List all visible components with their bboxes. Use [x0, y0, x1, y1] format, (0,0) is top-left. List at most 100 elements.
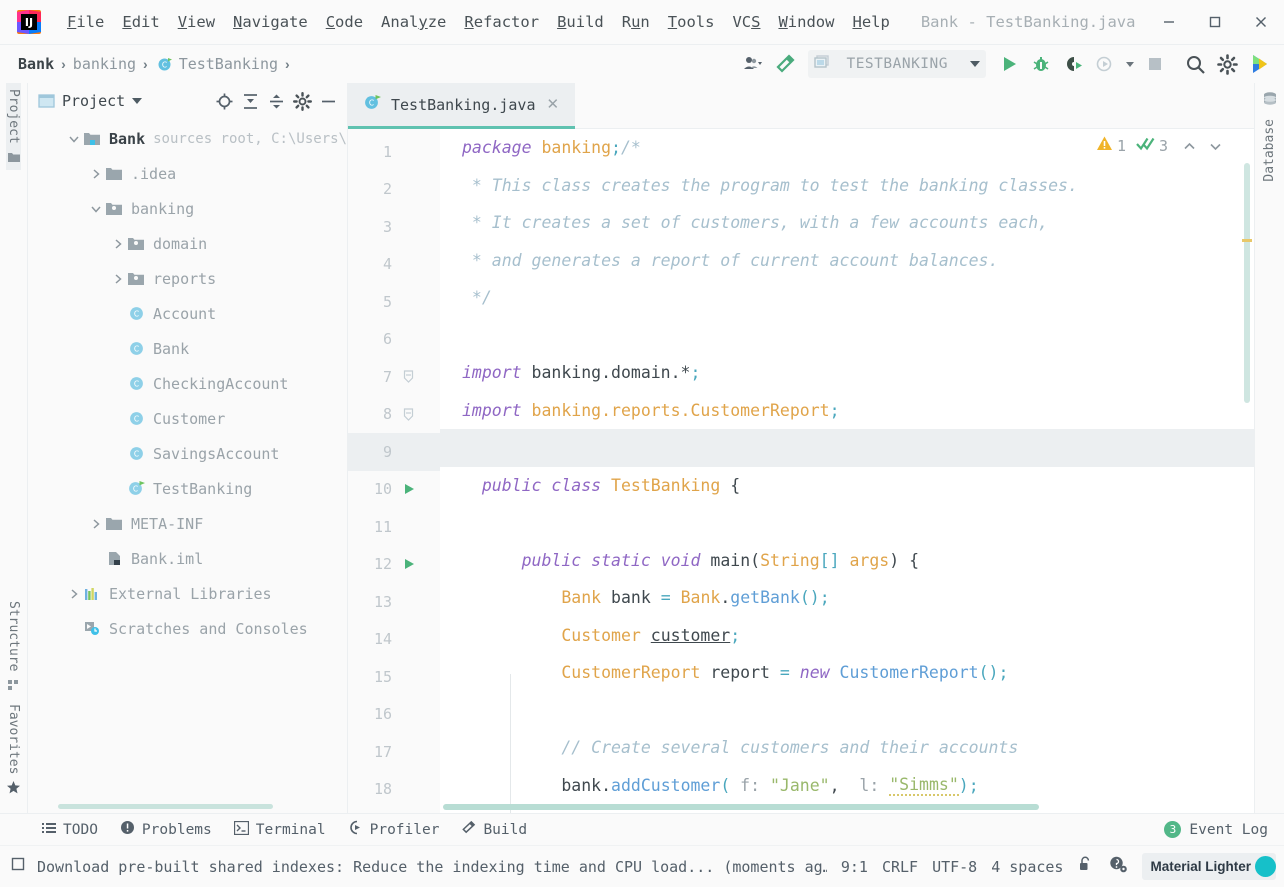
tree-row-external-libraries[interactable]: External Libraries: [28, 576, 347, 611]
code-editor[interactable]: 1 3 1 2 3 4 5 6 7 8 9 10 11 12 13 14 15 …: [348, 129, 1254, 813]
tree-row-reports[interactable]: reports: [28, 261, 347, 296]
double-check-icon[interactable]: [1136, 135, 1155, 157]
locate-icon[interactable]: [213, 90, 235, 112]
maximize-icon[interactable]: [1192, 0, 1238, 44]
minimize-icon[interactable]: [1146, 0, 1192, 44]
toolwindow-todo-label: TODO: [63, 821, 98, 838]
menu-run[interactable]: Run: [613, 10, 659, 34]
theme-switcher[interactable]: Material Lighter: [1142, 853, 1276, 880]
run-with-coverage-icon[interactable]: [1058, 49, 1088, 79]
tree-row-bank-class[interactable]: C Bank: [28, 331, 347, 366]
editor-warning-marker[interactable]: [1242, 239, 1252, 242]
tree-row-domain[interactable]: domain: [28, 226, 347, 261]
menu-window[interactable]: Window: [769, 10, 843, 34]
chevron-right-icon[interactable]: [88, 516, 104, 532]
stop-square-icon[interactable]: [1140, 49, 1170, 79]
rail-tab-project[interactable]: Project: [6, 83, 21, 170]
breadcrumb-item-1[interactable]: banking: [73, 55, 136, 73]
toolwindow-problems[interactable]: Problems: [120, 820, 212, 839]
close-icon[interactable]: ✕: [545, 95, 562, 114]
gear-icon[interactable]: [291, 90, 313, 112]
editor-horizontal-scrollbar[interactable]: [443, 804, 1039, 810]
hammer-build-icon[interactable]: [770, 49, 800, 79]
chevron-up-icon[interactable]: [1178, 135, 1200, 157]
collapse-all-icon[interactable]: [265, 90, 287, 112]
notification-icon[interactable]: [10, 856, 27, 878]
tree-row-bank-iml[interactable]: Bank.iml: [28, 541, 347, 576]
inspection-level-icon[interactable]: [1108, 855, 1128, 879]
expand-all-icon[interactable]: [239, 90, 261, 112]
gear-icon[interactable]: [1212, 49, 1242, 79]
tree-row-testbanking[interactable]: C TestBanking: [28, 471, 347, 506]
breadcrumb-item-2[interactable]: TestBanking: [179, 55, 278, 73]
run-configuration-selector[interactable]: TESTBANKING: [808, 50, 986, 78]
menu-code[interactable]: Code: [317, 10, 372, 34]
user-profile-icon[interactable]: [738, 49, 768, 79]
caret-position[interactable]: 9:1: [841, 858, 868, 876]
run-play-icon[interactable]: [994, 49, 1024, 79]
menu-help[interactable]: Help: [843, 10, 898, 34]
debug-bug-icon[interactable]: [1026, 49, 1056, 79]
file-encoding[interactable]: UTF-8: [932, 858, 977, 876]
indent-setting[interactable]: 4 spaces: [991, 858, 1063, 876]
rail-tab-structure[interactable]: Structure: [6, 595, 21, 697]
menu-edit[interactable]: Edit: [113, 10, 168, 34]
menu-navigate[interactable]: Navigate: [224, 10, 317, 34]
toolwindow-profiler[interactable]: Profiler: [348, 820, 439, 839]
hide-icon[interactable]: [317, 90, 339, 112]
toolwindow-terminal[interactable]: Terminal: [233, 820, 326, 839]
fold-marker-icon[interactable]: [392, 370, 432, 384]
breadcrumb-item-0[interactable]: Bank: [18, 55, 54, 73]
tree-row-banking[interactable]: banking: [28, 191, 347, 226]
rail-tab-database[interactable]: Database: [1262, 113, 1277, 188]
tree-row-checkingaccount[interactable]: C CheckingAccount: [28, 366, 347, 401]
project-tree[interactable]: Bank sources root, C:\Users\J .idea bank…: [28, 119, 347, 813]
menu-vcs[interactable]: VCS: [723, 10, 769, 34]
menu-view[interactable]: View: [169, 10, 224, 34]
run-gutter-icon[interactable]: [392, 482, 432, 496]
menu-refactor[interactable]: Refactor: [455, 10, 548, 34]
tree-row-customer[interactable]: C Customer: [28, 401, 347, 436]
chevron-right-icon[interactable]: [88, 166, 104, 182]
tree-row-meta-inf[interactable]: META-INF: [28, 506, 347, 541]
editor-tab-testbanking[interactable]: C TestBanking.java ✕: [348, 83, 576, 129]
run-gutter-icon[interactable]: [392, 557, 432, 571]
editor-vertical-scrollbar[interactable]: [1244, 163, 1250, 403]
tree-row-savingsaccount[interactable]: C SavingsAccount: [28, 436, 347, 471]
fold-marker-icon[interactable]: [392, 408, 432, 421]
event-log-label[interactable]: Event Log: [1189, 822, 1268, 838]
profile-run-icon[interactable]: [1090, 49, 1120, 79]
tree-label-idea: .idea: [131, 164, 177, 183]
menu-tools[interactable]: Tools: [659, 10, 724, 34]
tree-row-bank[interactable]: Bank sources root, C:\Users\J: [28, 121, 347, 156]
unlocked-icon[interactable]: [1077, 855, 1094, 878]
menu-build[interactable]: Build: [548, 10, 613, 34]
project-horizontal-scrollbar[interactable]: [58, 804, 273, 809]
search-icon[interactable]: [1180, 49, 1210, 79]
status-message[interactable]: Download pre-built shared indexes: Reduc…: [37, 858, 827, 876]
code-text-area[interactable]: package banking;/* * This class creates …: [440, 129, 1254, 813]
chevron-down-icon[interactable]: [970, 61, 980, 67]
chevron-down-icon[interactable]: [1204, 135, 1226, 157]
chevron-right-icon[interactable]: [66, 586, 82, 602]
chevron-down-icon[interactable]: [66, 131, 82, 147]
menu-analyze[interactable]: Analyze: [372, 10, 455, 34]
tree-row-idea[interactable]: .idea: [28, 156, 347, 191]
menu-file[interactable]: File: [58, 10, 113, 34]
close-icon[interactable]: [1238, 0, 1284, 44]
chevron-down-icon[interactable]: [88, 201, 104, 217]
warning-triangle-icon[interactable]: [1096, 135, 1113, 157]
chevron-right-icon[interactable]: [110, 236, 126, 252]
toolwindow-build[interactable]: Build: [461, 820, 527, 839]
tree-row-account[interactable]: C Account: [28, 296, 347, 331]
chevron-down-icon[interactable]: [132, 98, 143, 104]
navigation-toolbar: Bank › banking › C TestBanking › TESTBAN…: [0, 45, 1284, 83]
tree-row-scratches[interactable]: Scratches and Consoles: [28, 611, 347, 646]
updates-icon[interactable]: [1244, 49, 1274, 79]
chevron-right-icon[interactable]: [110, 271, 126, 287]
toolwindow-todo[interactable]: TODO: [42, 821, 98, 839]
profile-dropdown-icon[interactable]: [1122, 49, 1138, 79]
line-separator[interactable]: CRLF: [882, 858, 918, 876]
editor-gutter[interactable]: 1 2 3 4 5 6 7 8 9 10 11 12 13 14 15 16 1: [348, 129, 440, 813]
rail-tab-favorites[interactable]: Favorites: [6, 698, 21, 801]
